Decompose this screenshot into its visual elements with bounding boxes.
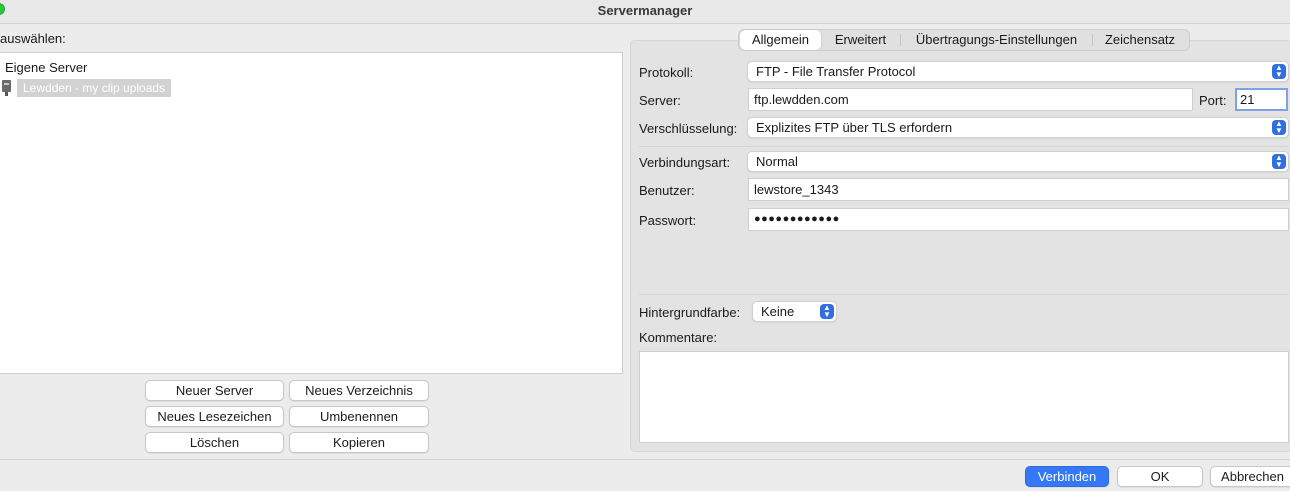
tab-separator [1092,34,1093,46]
logon-type-label: Verbindungsart: [639,155,731,170]
background-color-select[interactable]: Keine ▲ ▼ [752,301,837,322]
tab-advanced[interactable]: Erweitert [823,30,898,50]
new-server-button[interactable]: Neuer Server [145,380,284,401]
password-input[interactable]: ●●●●●●●●●●●● [748,208,1289,231]
server-icon [2,80,11,96]
background-color-value: Keine [761,304,795,319]
encryption-value: Explizites FTP über TLS erfordern [756,120,953,135]
settings-tabs: Allgemein Erweitert Übertragungs-Einstel… [738,29,1190,51]
tab-separator [900,34,901,46]
tab-general[interactable]: Allgemein [740,30,821,50]
chevron-updown-icon: ▲ ▼ [1272,120,1286,135]
port-label: Port: [1199,93,1227,108]
background-color-label: Hintergrundfarbe: [639,305,741,320]
encryption-select[interactable]: Explizites FTP über TLS erfordern ▲ ▼ [747,117,1289,138]
comments-textarea[interactable] [639,351,1289,443]
delete-button[interactable]: Löschen [145,432,284,453]
encryption-label: Verschlüsselung: [639,121,738,136]
tree-root-my-servers[interactable]: Eigene Server [5,60,87,75]
tree-item-label: Lewdden - my clip uploads [17,79,172,97]
new-bookmark-button[interactable]: Neues Lesezeichen [145,406,284,427]
port-input[interactable]: 21 [1235,88,1288,111]
chevron-updown-icon: ▲ ▼ [1272,154,1286,169]
logon-type-value: Normal [756,154,798,169]
server-input[interactable]: ftp.lewdden.com [748,88,1193,111]
server-tree[interactable]: Eigene Server Lewdden - my clip uploads [0,52,623,374]
tab-charset[interactable]: Zeichensatz [1094,30,1186,50]
ok-button[interactable]: OK [1117,466,1203,487]
comments-label: Kommentare: [639,330,718,345]
tab-transfer-settings[interactable]: Übertragungs-Einstellungen [902,30,1091,50]
window-title: Servermanager [597,3,693,18]
chevron-updown-icon: ▲ ▼ [1272,64,1286,79]
footer-divider [0,459,1290,460]
rename-button[interactable]: Umbenennen [289,406,429,427]
logon-type-select[interactable]: Normal ▲ ▼ [747,151,1289,172]
select-entry-label: auswählen: [0,31,66,46]
title-bar: Servermanager [0,0,1290,24]
section-divider [639,294,1289,295]
protocol-value: FTP - File Transfer Protocol [756,64,916,79]
connect-button[interactable]: Verbinden [1025,466,1109,487]
protocol-select[interactable]: FTP - File Transfer Protocol ▲ ▼ [747,61,1289,82]
protocol-label: Protokoll: [639,65,694,80]
server-label: Server: [639,93,681,108]
user-label: Benutzer: [639,183,695,198]
password-label: Passwort: [639,213,697,228]
tree-item-lewdden[interactable]: Lewdden - my clip uploads [2,79,172,97]
section-divider [639,146,1289,147]
user-input[interactable]: lewstore_1343 [748,178,1289,201]
new-folder-button[interactable]: Neues Verzeichnis [289,380,429,401]
copy-button[interactable]: Kopieren [289,432,429,453]
cancel-button[interactable]: Abbrechen [1210,466,1290,487]
chevron-updown-icon: ▲ ▼ [820,304,834,319]
